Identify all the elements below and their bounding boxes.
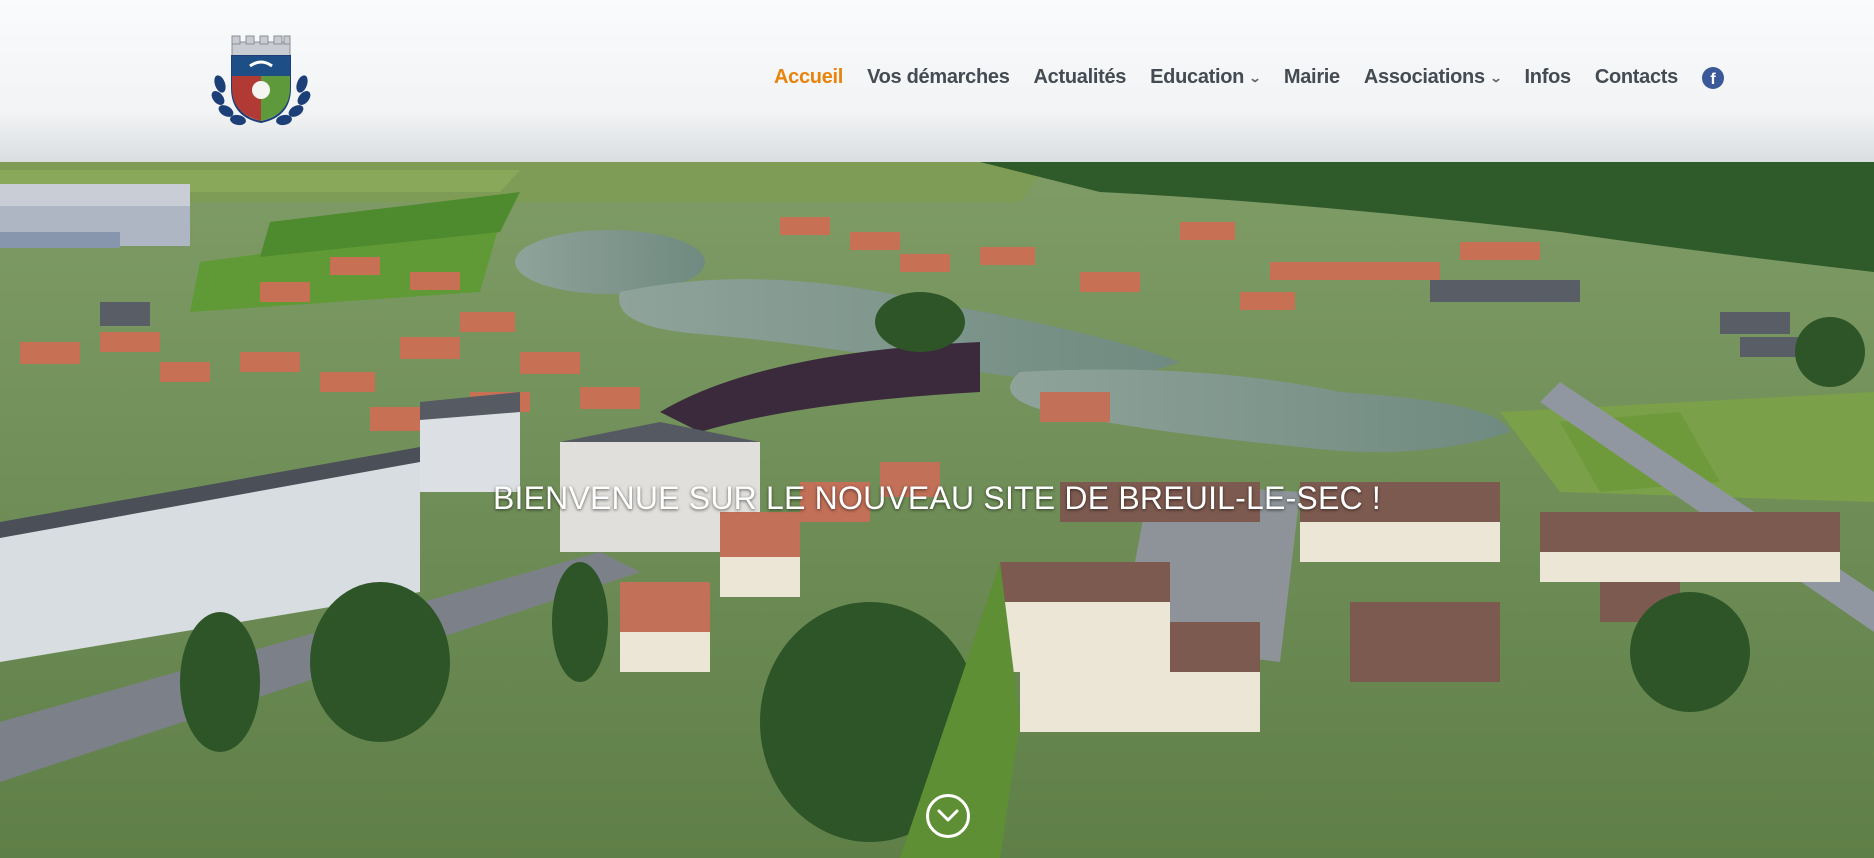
chevron-down-icon: ⌄ bbox=[1489, 70, 1503, 85]
facebook-icon[interactable]: f bbox=[1702, 66, 1724, 89]
nav-item-accueil[interactable]: Accueil bbox=[774, 66, 843, 89]
nav-label: Contacts bbox=[1594, 66, 1678, 88]
site-header: Accueil Vos démarches Actualités Educati… bbox=[0, 0, 1874, 162]
nav-item-education[interactable]: Education ⌄ bbox=[1150, 66, 1262, 89]
chevron-down-circle-icon[interactable] bbox=[926, 794, 970, 838]
hero-title: BIENVENUE SUR LE NOUVEAU SITE DE BREUIL-… bbox=[492, 480, 1382, 516]
nav-item-mairie[interactable]: Mairie bbox=[1284, 66, 1340, 89]
nav-label: Vos démarches bbox=[867, 66, 1010, 88]
nav-label: Accueil bbox=[774, 66, 844, 88]
nav-label: Associations bbox=[1363, 66, 1485, 88]
nav-label: Mairie bbox=[1283, 66, 1340, 88]
nav-item-infos[interactable]: Infos bbox=[1524, 66, 1572, 89]
chevron-down-icon: ⌄ bbox=[1248, 70, 1262, 85]
nav-item-associations[interactable]: Associations ⌄ bbox=[1363, 66, 1503, 89]
nav-label: Infos bbox=[1524, 66, 1572, 88]
nav-label: Education bbox=[1150, 66, 1245, 88]
chevron-down-icon bbox=[937, 809, 959, 822]
town-coat-of-arms-icon[interactable] bbox=[210, 34, 312, 126]
hero-section: BIENVENUE SUR LE NOUVEAU SITE DE BREUIL-… bbox=[0, 162, 1874, 858]
nav-item-contacts[interactable]: Contacts bbox=[1595, 66, 1678, 89]
main-nav: Accueil Vos démarches Actualités Educati… bbox=[774, 66, 1724, 89]
nav-item-actualites[interactable]: Actualités bbox=[1034, 66, 1127, 89]
nav-label: Actualités bbox=[1033, 66, 1127, 88]
nav-item-vos-demarches[interactable]: Vos démarches bbox=[867, 66, 1010, 89]
